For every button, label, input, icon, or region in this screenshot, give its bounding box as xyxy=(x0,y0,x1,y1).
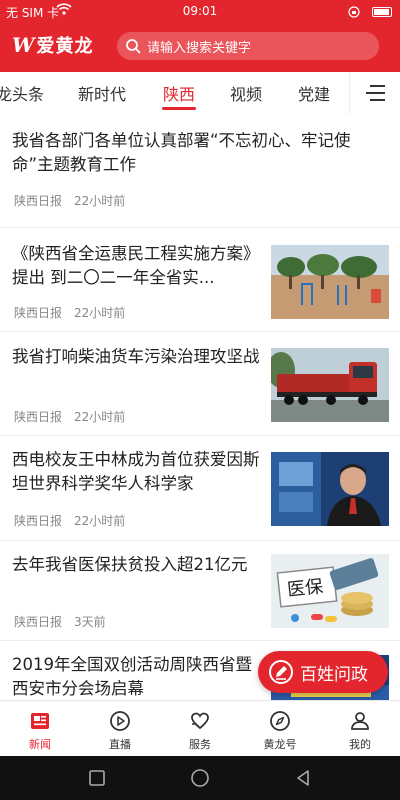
back-icon[interactable] xyxy=(292,767,314,789)
news-time: 3天前 xyxy=(74,615,106,629)
news-source: 陕西日报 xyxy=(14,615,63,629)
user-icon xyxy=(351,712,369,730)
edit-bubble-icon xyxy=(269,660,293,684)
news-meta: 陕西日报 22小时前 xyxy=(14,512,125,529)
app-header: 无 SIM 卡 09:01 W 爱黄龙 请输入搜索关键字 xyxy=(0,0,400,72)
nav-label: 新闻 xyxy=(29,738,51,751)
news-source: 陕西日报 xyxy=(14,306,63,320)
service-heart-icon xyxy=(191,712,209,730)
nav-label: 服务 xyxy=(189,738,211,751)
thumb-caption: 医保 xyxy=(286,576,325,601)
system-nav-bar xyxy=(0,756,400,800)
news-source: 陕西日报 xyxy=(14,514,63,528)
app-screen: 无 SIM 卡 09:01 W 爱黄龙 请输入搜索关键字 龙头条 新时代 陕西 … xyxy=(0,0,400,800)
news-meta: 陕西日报 22小时前 xyxy=(14,192,125,209)
nav-label: 直播 xyxy=(109,738,131,751)
nav-huanglong-account[interactable]: 黄龙号 xyxy=(250,709,310,752)
tab-xin-shidai[interactable]: 新时代 xyxy=(78,81,126,105)
app-logo[interactable]: W 爱黄龙 xyxy=(12,32,93,58)
active-tab-indicator xyxy=(162,107,196,110)
news-title: 我省各部门各单位认真部署“不忘初心、牢记使命”主题教育工作 xyxy=(12,131,351,174)
clock: 09:01 xyxy=(182,4,218,18)
status-icons xyxy=(348,4,392,18)
news-meta: 陕西日报 3天前 xyxy=(14,613,106,630)
nav-mine[interactable]: 我的 xyxy=(330,709,390,752)
news-time: 22小时前 xyxy=(74,410,126,424)
tab-party-building[interactable]: 党建 xyxy=(298,81,330,105)
news-title: 《陕西省全运惠民工程实施方案》提出 到二〇二一年全省实... xyxy=(12,244,260,287)
fab-label: 百姓问政 xyxy=(300,664,368,685)
news-thumbnail xyxy=(271,348,389,422)
news-time: 22小时前 xyxy=(74,306,126,320)
nav-live[interactable]: 直播 xyxy=(90,709,150,752)
news-thumbnail xyxy=(271,452,389,526)
news-meta: 陕西日报 22小时前 xyxy=(14,408,125,425)
search-placeholder: 请输入搜索关键字 xyxy=(147,40,252,56)
news-thumbnail xyxy=(271,245,389,319)
tab-video[interactable]: 视频 xyxy=(230,81,262,105)
news-source: 陕西日报 xyxy=(14,410,63,424)
red-truck-image xyxy=(271,348,389,422)
compass-icon xyxy=(270,711,290,731)
news-icon xyxy=(31,713,49,729)
bottom-nav: 新闻 直播 服务 黄龙号 我的 xyxy=(0,700,400,756)
battery-icon xyxy=(372,6,392,17)
nav-service[interactable]: 服务 xyxy=(170,709,230,752)
news-time: 22小时前 xyxy=(74,514,126,528)
news-meta: 陕西日报 22小时前 xyxy=(14,304,125,321)
home-icon[interactable] xyxy=(189,767,211,789)
logo-mark-icon: W xyxy=(12,33,35,57)
nav-label: 黄龙号 xyxy=(263,738,297,751)
play-icon xyxy=(110,711,130,731)
status-bar: 无 SIM 卡 09:01 xyxy=(0,0,400,24)
tab-shaanxi[interactable]: 陕西 xyxy=(163,81,195,105)
news-item[interactable]: 我省打响柴油货车污染治理攻坚战 陕西日报 22小时前 xyxy=(0,332,400,436)
news-title: 2019年全国双创活动周陕西省暨西安市分会场启幕 xyxy=(12,655,252,698)
park-fitness-image xyxy=(271,245,389,319)
news-item[interactable]: 《陕西省全运惠民工程实施方案》提出 到二〇二一年全省实... 陕西日报 22小时前 xyxy=(0,228,400,332)
recent-apps-icon[interactable] xyxy=(86,767,108,789)
news-title: 去年我省医保扶贫投入超21亿元 xyxy=(12,555,248,574)
news-item[interactable]: 去年我省医保扶贫投入超21亿元 陕西日报 3天前 医保 xyxy=(0,541,400,641)
scientist-portrait-image xyxy=(271,452,389,526)
logo-text: 爱黄龙 xyxy=(36,36,94,57)
news-thumbnail: 医保 xyxy=(271,554,389,628)
channel-menu-icon[interactable] xyxy=(364,84,386,102)
tabs-divider xyxy=(349,72,350,114)
nav-news[interactable]: 新闻 xyxy=(10,709,70,752)
channel-tabs: 龙头条 新时代 陕西 视频 党建 xyxy=(0,72,400,114)
lock-rotation-icon xyxy=(348,5,360,18)
news-title: 我省打响柴油货车污染治理攻坚战 xyxy=(12,347,260,366)
news-feed: 我省各部门各单位认真部署“不忘初心、牢记使命”主题教育工作 陕西日报 22小时前 … xyxy=(0,114,400,700)
search-icon xyxy=(126,39,141,54)
citizen-inquiry-button[interactable]: 百姓问政 xyxy=(258,651,388,693)
search-bar[interactable]: 请输入搜索关键字 xyxy=(117,32,379,60)
news-source: 陕西日报 xyxy=(14,194,63,208)
news-item[interactable]: 我省各部门各单位认真部署“不忘初心、牢记使命”主题教育工作 陕西日报 22小时前 xyxy=(0,114,400,228)
news-time: 22小时前 xyxy=(74,194,126,208)
nav-label: 我的 xyxy=(349,738,371,751)
news-item[interactable]: 西电校友王中林成为首位获爱因斯坦世界科学奖华人科学家 陕西日报 22小时前 xyxy=(0,436,400,541)
tab-long-toutiao[interactable]: 龙头条 xyxy=(0,81,44,105)
news-title: 西电校友王中林成为首位获爱因斯坦世界科学奖华人科学家 xyxy=(12,450,260,493)
